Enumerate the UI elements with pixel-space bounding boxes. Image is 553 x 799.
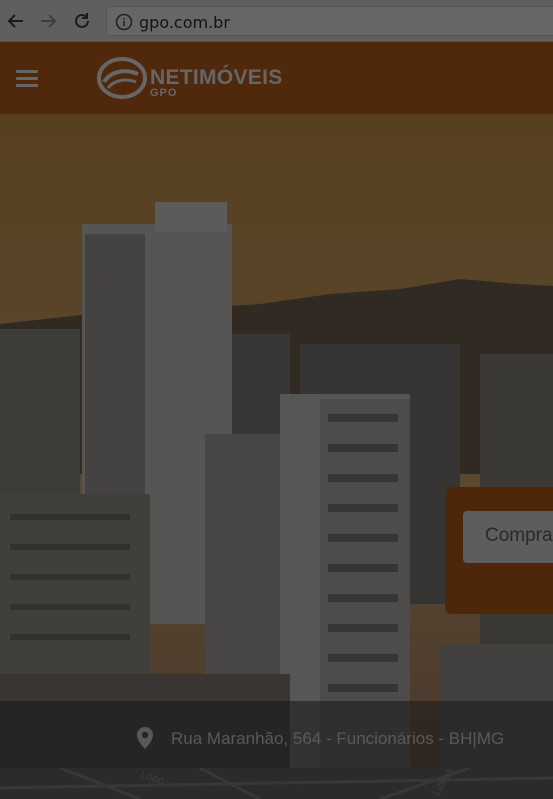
logo-swoosh-icon <box>97 57 147 99</box>
reload-icon <box>75 13 89 28</box>
hamburger-icon[interactable] <box>16 70 38 87</box>
transaction-type-select[interactable]: Compra <box>463 511 553 563</box>
logo[interactable]: NETIMÓVEIS GPO <box>96 56 296 102</box>
address-text: Rua Maranhão, 564 - Funcionários - BH|MG <box>171 729 505 748</box>
info-icon[interactable] <box>115 13 133 31</box>
address-bar[interactable]: gpo.com.br <box>106 6 553 36</box>
reload-button[interactable] <box>70 9 94 33</box>
map-pin-icon <box>137 727 153 749</box>
site-header: NETIMÓVEIS GPO <box>0 42 553 114</box>
map-preview[interactable]: Lobo Libras <box>0 768 553 799</box>
transaction-type-value: Compra <box>485 525 553 546</box>
search-panel: Compra <box>445 487 553 614</box>
browser-toolbar: gpo.com.br <box>0 0 553 42</box>
url-text: gpo.com.br <box>139 13 230 32</box>
forward-button[interactable] <box>36 9 60 33</box>
back-button[interactable] <box>4 9 28 33</box>
logo-subtext: GPO <box>150 87 178 99</box>
hero-section: Compra <box>0 114 553 768</box>
city-skyline-image <box>0 114 553 768</box>
map-roads-image <box>0 768 553 799</box>
address-banner: Rua Maranhão, 564 - Funcionários - BH|MG <box>0 701 553 768</box>
arrow-left-icon <box>7 14 23 28</box>
arrow-right-icon <box>41 14 57 28</box>
